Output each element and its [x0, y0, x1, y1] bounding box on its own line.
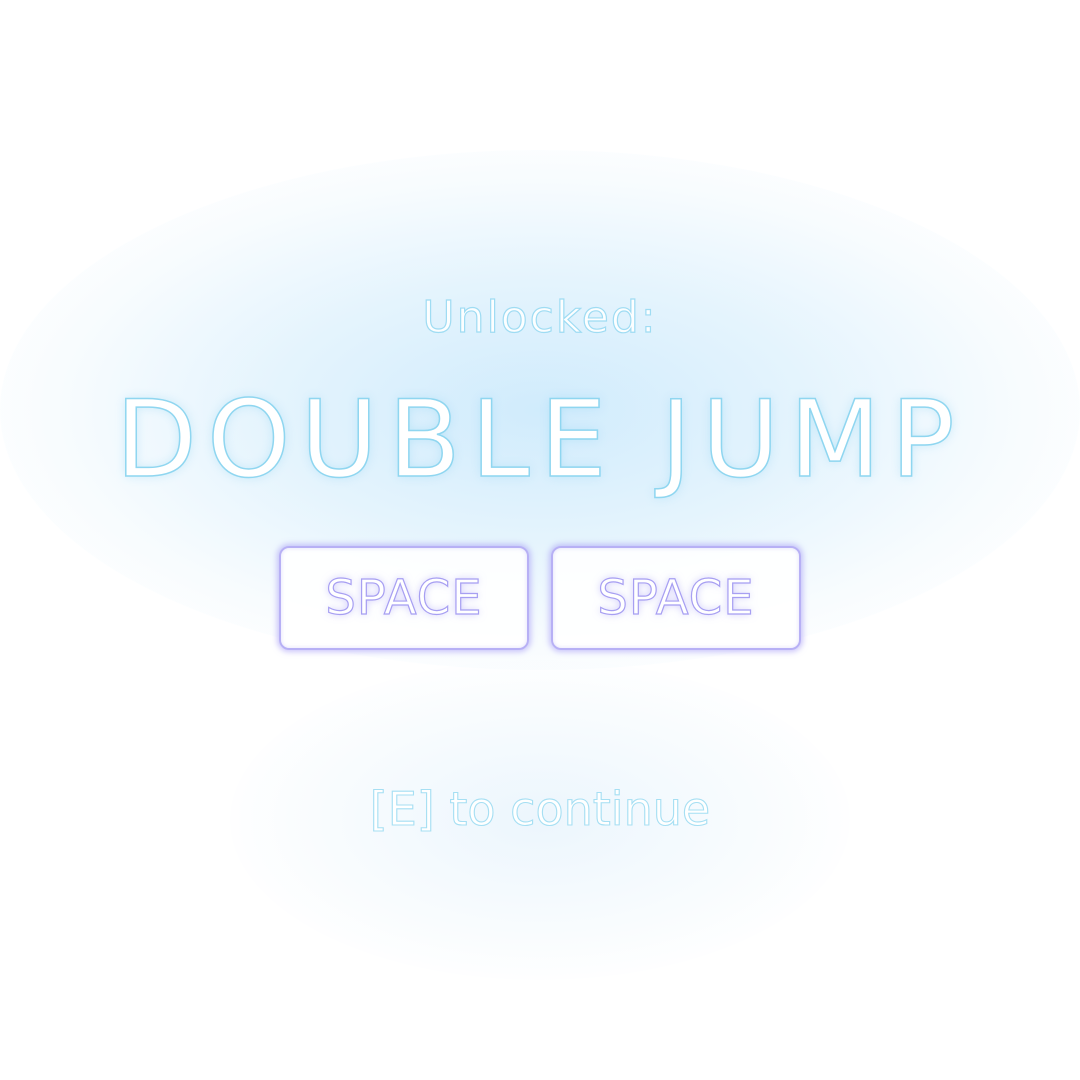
- continue-prompt[interactable]: [E] to continue: [0, 781, 1080, 836]
- space-key-1-label: SPACE: [325, 569, 483, 626]
- unlock-screen: Unlocked: DOUBLE JUMP SPACE SPACE [E] to…: [0, 0, 1080, 1080]
- space-key-1: SPACE: [279, 546, 529, 650]
- space-key-2-label: SPACE: [597, 569, 755, 626]
- unlocked-label: Unlocked:: [422, 291, 658, 343]
- key-combo: SPACE SPACE: [0, 546, 1080, 650]
- space-key-2: SPACE: [551, 546, 801, 650]
- ability-name: DOUBLE JUMP: [115, 377, 965, 502]
